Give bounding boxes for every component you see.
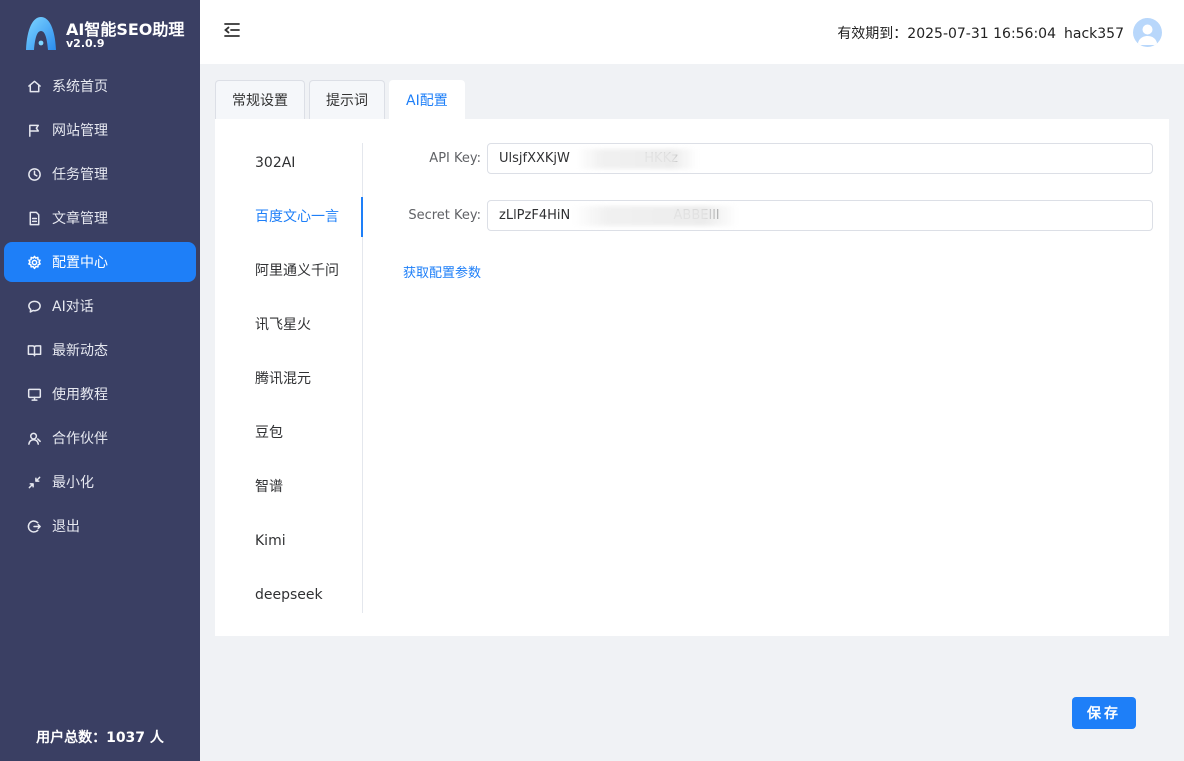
get-config-params-link[interactable]: 获取配置参数 [403,262,481,281]
sidebar-item-config[interactable]: 配置中心 [4,242,196,282]
provider-zhipu[interactable]: 智谱 [255,467,283,507]
sidebar-item-tasks[interactable]: 任务管理 [4,154,196,194]
chat-icon [26,298,42,314]
clock-icon [26,166,42,182]
tab-ai-config[interactable]: AI配置 [389,80,465,119]
book-icon [26,342,42,358]
expiry-date: 有效期到：2025-07-31 16:56:04 [837,26,1057,42]
sidebar-item-label: 文章管理 [52,211,108,227]
brand-version: v2.0.9 [66,37,105,50]
header: 有效期到：2025-07-31 16:56:04 hack357 [200,0,1184,64]
sidebar-item-label: 系统首页 [52,79,108,95]
sidebar-item-ai-chat[interactable]: AI对话 [4,286,196,326]
avatar-icon [1137,24,1158,45]
api-key-label: API Key: [429,151,481,166]
provider-baidu-wenxin[interactable]: 百度文心一言 [255,197,339,237]
sidebar-item-label: 任务管理 [52,167,108,183]
sidebar-item-label: 使用教程 [52,387,108,403]
sidebar-item-label: 配置中心 [52,255,108,271]
sidebar-item-label: 最新动态 [52,343,108,359]
sidebar-item-logout[interactable]: 退出 [4,506,196,546]
provider-302ai[interactable]: 302AI [255,143,295,183]
sidebar-item-partners[interactable]: 合作伙伴 [4,418,196,458]
api-key-row: API Key: [403,143,1153,175]
sidebar-item-sites[interactable]: 网站管理 [4,110,196,150]
sidebar: AI智能SEO助理 v2.0.9 系统首页 网站管理 任务管理 文章管理 配置中… [0,0,200,761]
home-icon [26,78,42,94]
ai-config-panel: 302AI 百度文心一言 阿里通义千问 讯飞星火 腾讯混元 豆包 智谱 Kimi… [215,119,1169,636]
provider-kimi[interactable]: Kimi [255,521,286,561]
provider-active-indicator [361,197,363,237]
sidebar-item-minimize[interactable]: 最小化 [4,462,196,502]
provider-xunfei-spark[interactable]: 讯飞星火 [255,305,311,345]
logo-icon [26,17,56,50]
provider-tencent-hunyuan[interactable]: 腾讯混元 [255,359,311,399]
sidebar-menu: 系统首页 网站管理 任务管理 文章管理 配置中心 AI对话 最新动态 使用教程 [0,66,200,550]
document-icon [26,210,42,226]
brand: AI智能SEO助理 v2.0.9 [24,14,194,54]
sidebar-item-news[interactable]: 最新动态 [4,330,196,370]
api-key-input[interactable] [487,143,1153,174]
provider-deepseek[interactable]: deepseek [255,575,323,615]
sidebar-item-label: 合作伙伴 [52,431,108,447]
flag-icon [26,122,42,138]
menu-fold-icon [224,23,240,37]
collapse-menu-button[interactable] [222,20,244,42]
provider-list: 302AI 百度文心一言 阿里通义千问 讯飞星火 腾讯混元 豆包 智谱 Kimi… [215,143,363,613]
tab-general[interactable]: 常规设置 [215,80,305,119]
secret-key-row: Secret Key: [403,200,1153,232]
user-count: 用户总数：1037 人 [36,730,164,746]
save-button[interactable]: 保存 [1072,697,1136,729]
minimize-icon [26,474,42,490]
expiry-info: 有效期到：2025-07-31 16:56:04 hack357 [837,23,1124,43]
monitor-icon [26,386,42,402]
user-icon [26,430,42,446]
secret-key-input[interactable] [487,200,1153,231]
sidebar-item-label: 网站管理 [52,123,108,139]
logout-icon [26,518,42,534]
secret-key-label: Secret Key: [408,208,481,223]
settings-tabs: 常规设置 提示词 AI配置 [215,80,469,119]
sidebar-item-articles[interactable]: 文章管理 [4,198,196,238]
provider-aliyun-tongyi[interactable]: 阿里通义千问 [255,251,339,291]
tab-prompts[interactable]: 提示词 [309,80,385,119]
sidebar-item-label: 最小化 [52,475,94,491]
sidebar-item-tutorial[interactable]: 使用教程 [4,374,196,414]
provider-doubao[interactable]: 豆包 [255,413,283,453]
gear-icon [26,254,42,270]
sidebar-item-label: 退出 [52,519,80,535]
sidebar-item-label: AI对话 [52,299,94,315]
avatar[interactable] [1133,18,1162,47]
sidebar-item-home[interactable]: 系统首页 [4,66,196,106]
username[interactable]: hack357 [1064,26,1124,42]
